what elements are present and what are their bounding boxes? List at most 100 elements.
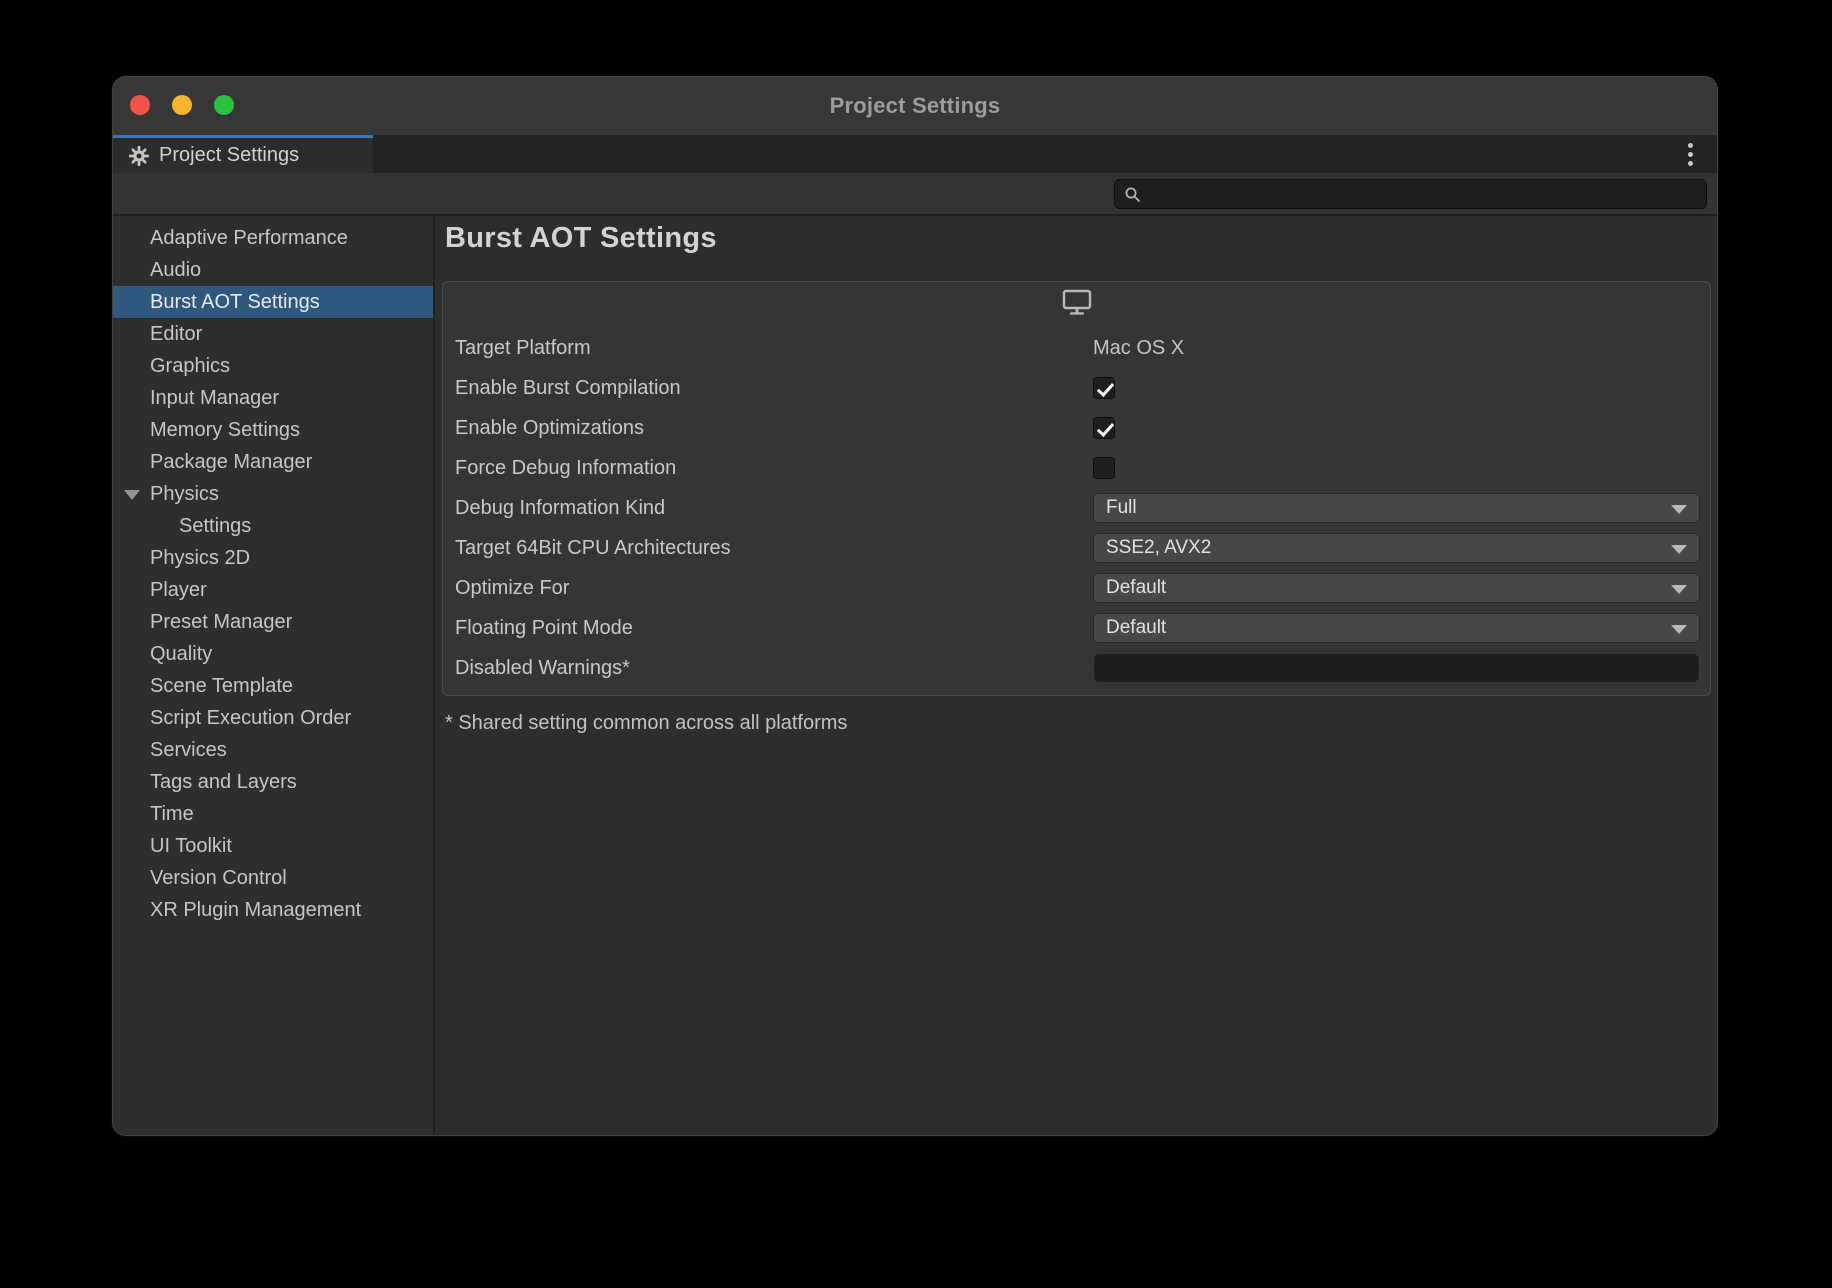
chevron-down-icon: [1671, 625, 1687, 634]
page-title: Burst AOT Settings: [445, 222, 1717, 255]
sidebar-item-xr-plugin-management[interactable]: XR Plugin Management: [113, 894, 433, 926]
setting-label: Floating Point Mode: [455, 617, 1093, 640]
sidebar-item-time[interactable]: Time: [113, 798, 433, 830]
checkbox-enable-burst-compilation[interactable]: [1093, 377, 1115, 399]
zoom-window-button[interactable]: [214, 95, 234, 115]
sidebar-item-ui-toolkit[interactable]: UI Toolkit: [113, 830, 433, 862]
sidebar-item-editor[interactable]: Editor: [113, 318, 433, 350]
close-window-button[interactable]: [130, 95, 150, 115]
setting-value: [1093, 377, 1700, 399]
sidebar-item-label: Tags and Layers: [150, 771, 297, 793]
sidebar-item-label: Audio: [150, 259, 201, 281]
setting-value: [1093, 417, 1700, 439]
sidebar-item-physics-2d[interactable]: Physics 2D: [113, 542, 433, 574]
sidebar-item-input-manager[interactable]: Input Manager: [113, 382, 433, 414]
tab-project-settings[interactable]: Project Settings: [113, 135, 373, 173]
input-disabled-warnings[interactable]: [1093, 653, 1700, 683]
sidebar-item-label: Time: [150, 803, 194, 825]
minimize-window-button[interactable]: [172, 95, 192, 115]
dropdown-value: Default: [1106, 577, 1166, 599]
sidebar-item-preset-manager[interactable]: Preset Manager: [113, 606, 433, 638]
search-field[interactable]: [1114, 179, 1707, 209]
setting-row-enable-optimizations: Enable Optimizations: [443, 408, 1710, 448]
sidebar-item-physics[interactable]: Physics: [113, 478, 433, 510]
setting-row-enable-burst-compilation: Enable Burst Compilation: [443, 368, 1710, 408]
setting-value: Default: [1093, 613, 1700, 643]
sidebar-item-label: Editor: [150, 323, 202, 345]
sidebar-item-label: Preset Manager: [150, 611, 292, 633]
chevron-down-icon: [1671, 545, 1687, 554]
dropdown-value: Full: [1106, 497, 1137, 519]
setting-row-force-debug-information: Force Debug Information: [443, 448, 1710, 488]
dropdown-floating-point-mode[interactable]: Default: [1093, 613, 1700, 643]
sidebar-item-burst-aot-settings[interactable]: Burst AOT Settings: [113, 286, 433, 318]
sidebar-item-scene-template[interactable]: Scene Template: [113, 670, 433, 702]
dropdown-target-64bit-cpu-architectures[interactable]: SSE2, AVX2: [1093, 533, 1700, 563]
setting-label: Enable Burst Compilation: [455, 377, 1093, 400]
setting-row-debug-information-kind: Debug Information Kind Full: [443, 488, 1710, 528]
sidebar-item-label: Physics 2D: [150, 547, 250, 569]
sidebar-item-label: Adaptive Performance: [150, 227, 348, 249]
titlebar[interactable]: Project Settings: [113, 77, 1717, 135]
sidebar-item-label: Burst AOT Settings: [150, 291, 320, 313]
sidebar-item-label: Memory Settings: [150, 419, 300, 441]
settings-content: Burst AOT Settings Target Platform Mac O…: [435, 216, 1717, 1133]
tab-label: Project Settings: [159, 144, 299, 167]
setting-label: Enable Optimizations: [455, 417, 1093, 440]
dropdown-value: SSE2, AVX2: [1106, 537, 1211, 559]
sidebar-item-script-execution-order[interactable]: Script Execution Order: [113, 702, 433, 734]
dropdown-value: Default: [1106, 617, 1166, 639]
setting-value: Default: [1093, 573, 1700, 603]
window-title: Project Settings: [830, 93, 1001, 119]
setting-label: Force Debug Information: [455, 457, 1093, 480]
setting-row-disabled-warnings: Disabled Warnings*: [443, 648, 1710, 688]
dropdown-optimize-for[interactable]: Default: [1093, 573, 1700, 603]
gear-icon: [128, 145, 150, 167]
kebab-menu-icon[interactable]: [1688, 135, 1693, 173]
sidebar-item-label: UI Toolkit: [150, 835, 232, 857]
sidebar-item-label: Physics: [150, 483, 219, 505]
setting-value: Mac OS X: [1093, 337, 1700, 360]
setting-row-floating-point-mode: Floating Point Mode Default: [443, 608, 1710, 648]
checkbox-force-debug-information[interactable]: [1093, 457, 1115, 479]
sidebar-item-label: Version Control: [150, 867, 287, 889]
toolbar: [113, 173, 1717, 216]
value-target-platform: Mac OS X: [1093, 337, 1184, 360]
sidebar-item-player[interactable]: Player: [113, 574, 433, 606]
search-icon: [1124, 186, 1141, 203]
sidebar-item-package-manager[interactable]: Package Manager: [113, 446, 433, 478]
settings-category-list: Adaptive Performance Audio Burst AOT Set…: [113, 216, 435, 1133]
sidebar-item-label: Package Manager: [150, 451, 312, 473]
sidebar-item-label: Services: [150, 739, 227, 761]
tab-bar: Project Settings: [113, 135, 1717, 173]
setting-row-target-platform: Target Platform Mac OS X: [443, 328, 1710, 368]
sidebar-item-services[interactable]: Services: [113, 734, 433, 766]
sidebar-item-label: Graphics: [150, 355, 230, 377]
sidebar-item-audio[interactable]: Audio: [113, 254, 433, 286]
sidebar-item-label: Script Execution Order: [150, 707, 351, 729]
setting-value: Full: [1093, 493, 1700, 523]
sidebar-item-graphics[interactable]: Graphics: [113, 350, 433, 382]
foldout-triangle-icon[interactable]: [124, 490, 140, 500]
dropdown-debug-information-kind[interactable]: Full: [1093, 493, 1700, 523]
traffic-lights: [130, 95, 234, 115]
setting-label: Disabled Warnings*: [455, 657, 1093, 680]
sidebar-item-tags-and-layers[interactable]: Tags and Layers: [113, 766, 433, 798]
search-input[interactable]: [1148, 180, 1706, 208]
setting-value: [1093, 457, 1700, 479]
sidebar-item-adaptive-performance[interactable]: Adaptive Performance: [113, 222, 433, 254]
project-settings-window: Project Settings: [112, 76, 1718, 1136]
monitor-icon[interactable]: [1062, 289, 1092, 316]
setting-label: Debug Information Kind: [455, 497, 1093, 520]
sidebar-item-quality[interactable]: Quality: [113, 638, 433, 670]
checkbox-enable-optimizations[interactable]: [1093, 417, 1115, 439]
setting-row-target-64bit-cpu-architectures: Target 64Bit CPU Architectures SSE2, AVX…: [443, 528, 1710, 568]
platform-tabs: [443, 282, 1710, 316]
sidebar-item-label: XR Plugin Management: [150, 899, 361, 921]
sidebar-item-settings[interactable]: Settings: [113, 510, 433, 542]
setting-row-optimize-for: Optimize For Default: [443, 568, 1710, 608]
sidebar-item-label: Settings: [179, 515, 251, 537]
setting-value: [1093, 653, 1700, 683]
sidebar-item-memory-settings[interactable]: Memory Settings: [113, 414, 433, 446]
sidebar-item-version-control[interactable]: Version Control: [113, 862, 433, 894]
